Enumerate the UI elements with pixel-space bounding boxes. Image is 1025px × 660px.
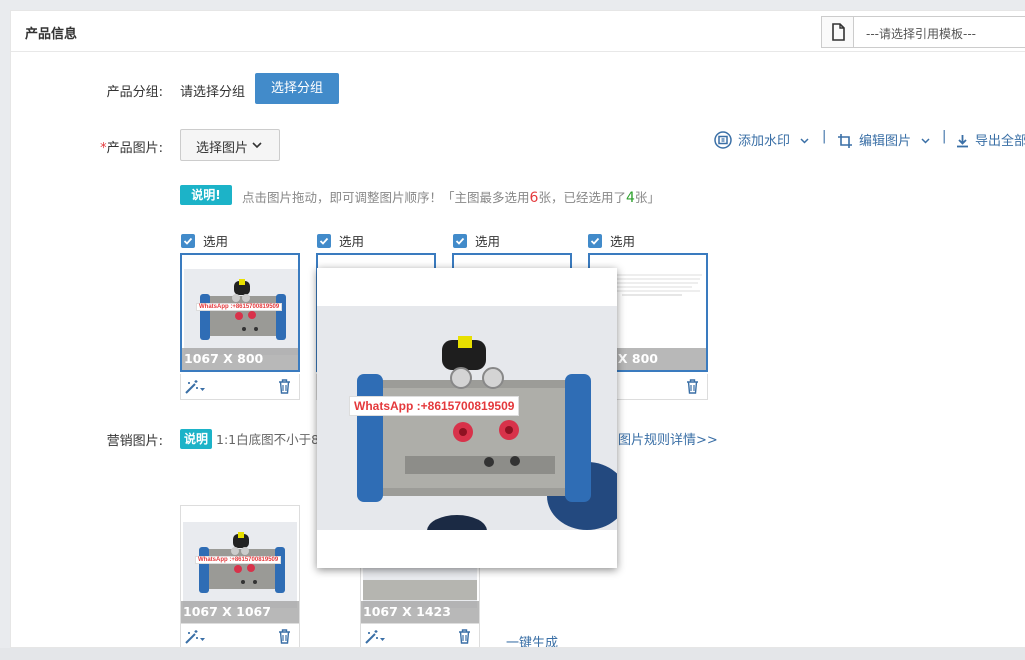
- one-click-generate-link[interactable]: 一键生成: [506, 632, 558, 647]
- marketing-hint: 1:1白底图不小于8: [216, 432, 320, 447]
- checkbox-checked-icon: [317, 234, 331, 248]
- trash-icon[interactable]: [278, 379, 291, 394]
- select-images-button[interactable]: 选择图片: [180, 129, 280, 161]
- hint-badge: 说明!: [180, 185, 232, 205]
- export-all-button[interactable]: 导出全部: [956, 130, 1025, 149]
- image-preview-popup: WhatsApp :+8615700819509: [317, 268, 617, 568]
- image-rules-link[interactable]: 图片规则详情>>: [618, 429, 718, 448]
- image-size-label: 1067 X 800: [182, 348, 298, 370]
- watermark-icon: [714, 131, 732, 149]
- template-select[interactable]: ---请选择引用模板---: [821, 16, 1025, 48]
- trash-icon[interactable]: [686, 379, 699, 394]
- select-images-label: 选择图片: [196, 141, 249, 156]
- toolbar-separator: |: [822, 129, 827, 144]
- preview-photo: WhatsApp :+8615700819509: [317, 306, 617, 530]
- download-icon: [957, 135, 968, 148]
- file-icon: [822, 17, 854, 47]
- card-1-checkbox[interactable]: 选用: [181, 231, 228, 250]
- marketing-label: 营销图片:: [106, 434, 163, 449]
- card-4-checkbox[interactable]: 选用: [588, 231, 635, 250]
- magic-wand-icon[interactable]: [184, 629, 206, 645]
- panel-title: 产品信息: [25, 27, 78, 42]
- checkbox-checked-icon: [181, 234, 195, 248]
- card-actions: [360, 624, 480, 647]
- panel-header: 产品信息 ---请选择引用模板---: [11, 11, 1025, 52]
- watermark-text: WhatsApp :+8615700819509: [196, 303, 283, 311]
- chevron-down-icon: [800, 138, 809, 144]
- marketing-badge: 说明: [180, 429, 212, 449]
- image-size-label: 1067 X 1067: [181, 601, 299, 623]
- watermark-text: WhatsApp :+8615700819509: [195, 556, 282, 564]
- hint-text: 点击图片拖动，即可调整图片顺序！「主图最多选用6张，已经选用了4张」: [242, 190, 660, 206]
- select-group-button[interactable]: 选择分组: [255, 73, 339, 104]
- edit-image-button[interactable]: 编辑图片: [837, 130, 930, 149]
- group-label: 产品分组:: [106, 85, 163, 100]
- template-select-value: ---请选择引用模板---: [866, 27, 976, 41]
- checkbox-checked-icon: [588, 234, 602, 248]
- magic-wand-icon[interactable]: [184, 379, 206, 395]
- checkbox-checked-icon: [453, 234, 467, 248]
- image-size-label: 1067 X 1423: [361, 601, 479, 623]
- toolbar-separator: |: [942, 129, 947, 144]
- marketing-photo: WhatsApp :+8615700819509: [183, 522, 297, 608]
- chevron-down-icon: [252, 142, 262, 149]
- preview-watermark-text: WhatsApp :+8615700819509: [349, 396, 520, 416]
- horizontal-scrollbar[interactable]: [0, 648, 1025, 660]
- marketing-image-card[interactable]: WhatsApp :+8615700819509 1067 X 1067: [180, 505, 300, 624]
- group-placeholder: 请选择分组: [180, 85, 246, 100]
- add-watermark-button[interactable]: 添加水印: [714, 130, 809, 149]
- crop-icon: [838, 134, 852, 148]
- chevron-down-icon: [921, 138, 930, 144]
- magic-wand-icon[interactable]: [364, 629, 386, 645]
- card-actions: [180, 374, 300, 400]
- product-image-card[interactable]: WhatsApp :+8615700819509 1067 X 800: [180, 253, 300, 372]
- card-actions: [180, 624, 300, 647]
- trash-icon[interactable]: [278, 629, 291, 644]
- images-label: *产品图片:: [100, 141, 163, 156]
- card-2-checkbox[interactable]: 选用: [317, 231, 364, 250]
- trash-icon[interactable]: [458, 629, 471, 644]
- product-photo: WhatsApp :+8615700819509: [184, 269, 298, 355]
- card-3-checkbox[interactable]: 选用: [453, 231, 500, 250]
